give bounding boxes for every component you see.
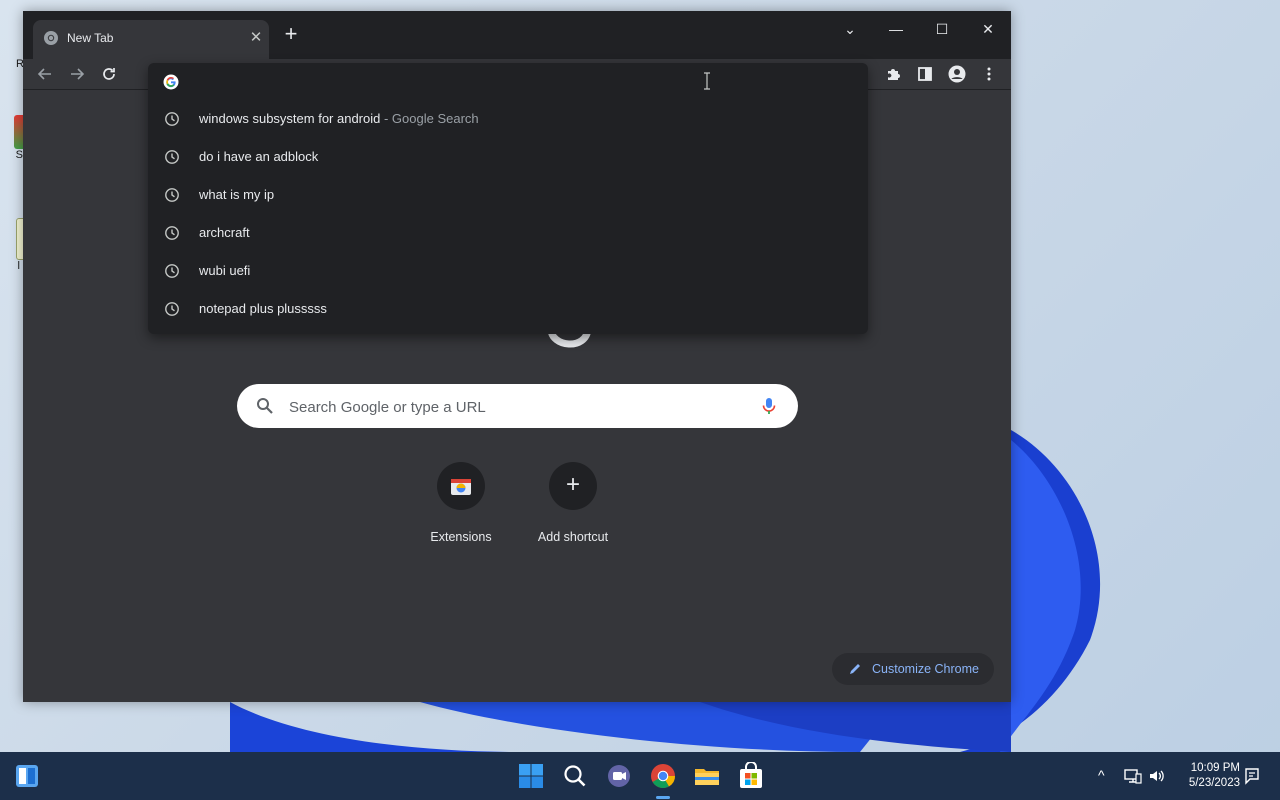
suggestion-text: notepad plus plusssss <box>199 301 327 316</box>
shortcut-tile <box>437 462 485 510</box>
omnibox-suggestion[interactable]: windows subsystem for android - Google S… <box>148 100 868 138</box>
suggestion-text: archcraft <box>199 225 250 240</box>
profile-button[interactable] <box>945 62 969 86</box>
omnibox-suggestion[interactable]: wubi uefi <box>148 252 868 290</box>
active-app-indicator <box>656 796 670 799</box>
pencil-icon <box>850 664 860 674</box>
ntp-search-box[interactable] <box>237 384 798 428</box>
clock-time: 10:09 PM <box>1190 762 1240 774</box>
history-clock-icon <box>165 150 179 164</box>
suggestion-text: do i have an adblock <box>199 149 319 164</box>
plus-icon: + <box>565 471 580 498</box>
chrome-window: New Tab ✕ + ⌄ — ☐ ✕ Search Google or typ… <box>23 11 1011 702</box>
google-g-icon <box>163 74 179 90</box>
tab-new-tab[interactable]: New Tab ✕ <box>33 20 269 59</box>
omnibox[interactable] <box>148 63 868 101</box>
history-clock-icon <box>165 188 179 202</box>
maximize-button[interactable]: ☐ <box>924 15 960 43</box>
show-hidden-icons-chevron-icon[interactable]: ^ <box>1098 767 1105 783</box>
tab-title: New Tab <box>67 31 114 45</box>
ntp-search-input[interactable] <box>287 394 731 420</box>
omnibox-suggestion[interactable]: notepad plus plusssss <box>148 290 868 328</box>
history-clock-icon <box>165 226 179 240</box>
system-clock[interactable]: 10:09 PM 5/23/2023 <box>1170 761 1240 791</box>
new-tab-button[interactable]: + <box>279 23 303 47</box>
extensions-button[interactable] <box>881 62 905 86</box>
widgets-icon[interactable] <box>15 764 39 788</box>
omnibox-suggestion[interactable]: archcraft <box>148 214 868 252</box>
tab-close-icon[interactable]: ✕ <box>246 28 266 48</box>
side-panel-button[interactable] <box>913 62 937 86</box>
history-clock-icon <box>165 112 179 126</box>
menu-button[interactable] <box>977 62 1001 86</box>
start-windows-icon[interactable] <box>517 762 545 790</box>
file-explorer-icon[interactable] <box>693 762 721 790</box>
suggestion-text: wubi uefi <box>199 263 251 278</box>
microsoft-store-icon[interactable] <box>737 762 765 790</box>
notification-icon[interactable] <box>1244 767 1260 785</box>
back-button[interactable] <box>33 62 57 86</box>
chrome-web-store-icon <box>451 479 471 495</box>
reload-button[interactable] <box>97 62 121 86</box>
search-icon <box>257 398 273 414</box>
chrome-taskbar-icon[interactable] <box>649 762 677 790</box>
text-cursor-icon <box>704 72 710 90</box>
close-window-button[interactable]: ✕ <box>970 15 1006 43</box>
shortcut-tile: + <box>549 462 597 510</box>
arrow-right-icon <box>71 68 85 80</box>
volume-icon[interactable] <box>1148 767 1166 785</box>
search-icon[interactable] <box>561 762 589 790</box>
clock-date: 5/23/2023 <box>1188 777 1240 789</box>
customize-chrome-button[interactable]: Customize Chrome <box>832 653 994 685</box>
chrome-favicon-icon <box>44 31 58 45</box>
tab-search-icon[interactable]: ⌄ <box>832 15 868 43</box>
side-panel-icon <box>918 67 932 81</box>
arrow-left-icon <box>37 68 51 80</box>
shortcut-extensions[interactable]: Extensions <box>411 462 511 544</box>
reload-icon <box>103 68 115 80</box>
customize-chrome-label: Customize Chrome <box>872 662 979 676</box>
shortcut-add[interactable]: + Add shortcut <box>523 462 623 544</box>
minimize-button[interactable]: — <box>878 15 914 43</box>
history-clock-icon <box>165 302 179 316</box>
suggestion-text: windows subsystem for android - Google S… <box>199 111 479 126</box>
forward-button[interactable] <box>65 62 89 86</box>
microphone-icon[interactable] <box>759 396 779 416</box>
omnibox-suggestion[interactable]: do i have an adblock <box>148 138 868 176</box>
network-icon[interactable] <box>1124 767 1142 785</box>
profile-icon <box>948 65 966 83</box>
title-bar: New Tab ✕ + ⌄ — ☐ ✕ <box>23 11 1011 59</box>
puzzle-icon <box>888 69 900 80</box>
history-clock-icon <box>165 264 179 278</box>
shortcut-label: Extensions <box>430 530 492 544</box>
teams-chat-icon[interactable] <box>605 762 633 790</box>
taskbar: ^ 10:09 PM 5/23/2023 <box>0 752 1280 800</box>
suggestion-text: what is my ip <box>199 187 275 202</box>
shortcut-label: Add shortcut <box>537 530 609 544</box>
suggestion-description: - Google Search <box>380 111 479 126</box>
more-vert-icon <box>987 67 991 81</box>
omnibox-suggestion[interactable]: what is my ip <box>148 176 868 214</box>
omnibox-suggestions-popup: windows subsystem for android - Google S… <box>148 63 868 334</box>
